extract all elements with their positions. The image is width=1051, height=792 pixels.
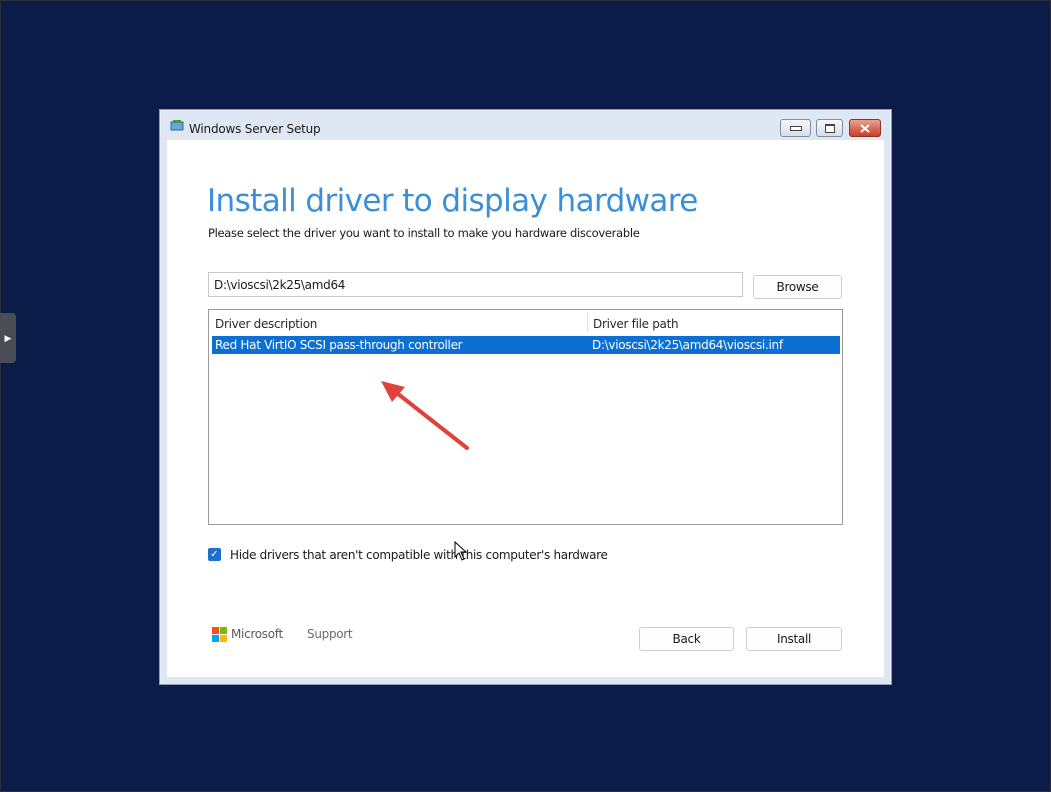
hide-incompatible-label[interactable]: Hide drivers that aren't compatible with… xyxy=(230,548,608,562)
minimize-icon xyxy=(789,125,802,131)
driver-path-input[interactable] xyxy=(208,272,743,297)
browse-button[interactable]: Browse xyxy=(753,275,842,299)
page-subtitle: Please select the driver you want to ins… xyxy=(208,226,640,240)
close-button[interactable] xyxy=(849,119,881,137)
table-row[interactable]: Red Hat VirtIO SCSI pass-through control… xyxy=(212,336,840,354)
checkmark-icon: ✓ xyxy=(210,548,219,560)
annotation-arrow xyxy=(381,381,469,450)
mouse-pointer-icon xyxy=(454,541,468,561)
column-header-description[interactable]: Driver description xyxy=(215,317,317,331)
window-title: Windows Server Setup xyxy=(189,122,321,136)
column-header-path[interactable]: Driver file path xyxy=(593,317,679,331)
driver-path-cell: D:\vioscsi\2k25\amd64\vioscsi.inf xyxy=(592,338,783,352)
maximize-button[interactable] xyxy=(816,119,843,137)
back-button[interactable]: Back xyxy=(639,627,734,651)
driver-list[interactable]: Driver description Driver file path Red … xyxy=(208,309,843,525)
microsoft-brand: Microsoft xyxy=(231,627,283,641)
setup-icon xyxy=(170,120,184,131)
page-title: Install driver to display hardware xyxy=(207,183,698,219)
minimize-button[interactable] xyxy=(780,119,811,137)
install-button[interactable]: Install xyxy=(746,627,842,651)
list-header: Driver description Driver file path xyxy=(209,310,842,333)
hide-incompatible-checkbox[interactable]: ✓ xyxy=(208,548,221,561)
side-panel-toggle[interactable]: ▶ xyxy=(0,313,16,363)
maximize-icon xyxy=(824,123,835,133)
title-bar[interactable]: Windows Server Setup xyxy=(160,110,891,140)
driver-description-cell: Red Hat VirtIO SCSI pass-through control… xyxy=(215,338,463,352)
close-icon xyxy=(860,123,870,133)
microsoft-logo-icon xyxy=(212,627,227,642)
chevron-right-icon: ▶ xyxy=(4,332,12,343)
setup-window: Windows Server Setup Install driver to d… xyxy=(159,109,892,685)
setup-content: Install driver to display hardware Pleas… xyxy=(167,140,884,677)
column-divider[interactable] xyxy=(587,312,588,332)
support-link[interactable]: Support xyxy=(307,627,353,641)
